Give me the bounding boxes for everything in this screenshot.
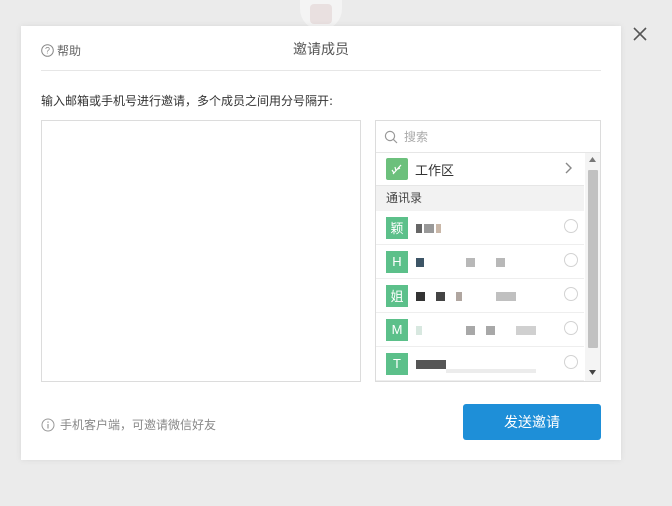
invite-dialog: ? 帮助 邀请成员 输入邮箱或手机号进行邀请，多个成员之间用分号隔开: 工作区 (21, 26, 621, 460)
scroll-up-icon[interactable] (589, 157, 596, 162)
redacted-name (416, 253, 546, 269)
footer-hint-text: 手机客户端，可邀请微信好友 (60, 418, 217, 432)
email-phone-input[interactable] (41, 120, 361, 382)
member-item[interactable]: 姐 (376, 279, 584, 313)
select-radio[interactable] (564, 219, 578, 233)
avatar: H (386, 250, 408, 273)
avatar: 姐 (386, 284, 408, 307)
info-icon (41, 418, 55, 431)
footer-hint: 手机客户端，可邀请微信好友 (41, 416, 216, 433)
select-radio[interactable] (564, 355, 578, 369)
workspace-icon (386, 158, 408, 180)
member-item[interactable]: H (376, 245, 584, 279)
member-item[interactable]: T (376, 347, 584, 381)
avatar: T (386, 352, 408, 375)
search-box[interactable] (376, 121, 600, 153)
dialog-title: 邀请成员 (293, 42, 349, 58)
send-invite-button[interactable]: 发送邀请 (463, 404, 601, 440)
scrollbar[interactable] (585, 153, 600, 381)
workspace-label: 工作区 (415, 163, 455, 179)
redacted-name (416, 321, 546, 337)
select-radio[interactable] (564, 287, 578, 301)
redacted-name (416, 219, 546, 235)
workspace-item[interactable]: 工作区 (376, 153, 584, 186)
close-icon[interactable] (628, 22, 652, 46)
scroll-thumb[interactable] (588, 170, 598, 348)
select-radio[interactable] (564, 253, 578, 267)
redacted-name (416, 287, 546, 303)
select-radio[interactable] (564, 321, 578, 335)
search-input[interactable] (402, 128, 586, 145)
search-icon (384, 130, 398, 143)
member-list: 工作区 通讯录 颖 H 姐 M T (376, 153, 584, 381)
close-button[interactable] (628, 22, 652, 46)
header-divider (41, 70, 601, 71)
contacts-section-header: 通讯录 (376, 186, 584, 211)
redacted-name (416, 355, 546, 373)
avatar: 颖 (386, 216, 408, 239)
member-item[interactable]: 颖 (376, 211, 584, 245)
scroll-down-icon[interactable] (589, 370, 596, 375)
avatar: M (386, 318, 408, 341)
member-picker: 工作区 通讯录 颖 H 姐 (375, 120, 601, 382)
member-item[interactable]: M (376, 313, 584, 347)
chevron-right-icon (565, 162, 572, 174)
instruction-text: 输入邮箱或手机号进行邀请，多个成员之间用分号隔开: (41, 94, 334, 108)
